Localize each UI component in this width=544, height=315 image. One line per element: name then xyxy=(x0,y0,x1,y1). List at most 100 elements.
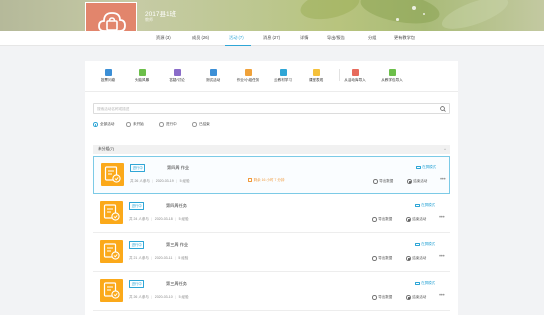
activity-title[interactable]: 第三周 作业 xyxy=(166,242,188,248)
activity-row[interactable]: 进行中 第三周任务 共 26 人参与 | 2020-03-10 | 5 经验 在屏模式 … xyxy=(93,273,450,311)
filter-label: 进行中 xyxy=(166,122,177,126)
activity-date: 2020-03-19 xyxy=(155,179,174,183)
import-library-icon xyxy=(351,69,359,76)
activity-title[interactable]: 第四周 作业 xyxy=(167,165,189,171)
tab-groups[interactable]: 分组 xyxy=(368,35,376,41)
activity-row[interactable]: 进行中 第三周 作业 共 21 人参与 | 2020-03-11 | 5 经验 在屏模式… xyxy=(93,234,450,272)
radio-selected-icon xyxy=(93,122,98,127)
activity-row[interactable]: 进行中 第四周 作业 共 26 人参与 | 2020-03-19 | 5 经验 剩余 1… xyxy=(93,156,450,194)
monitor-icon xyxy=(415,203,420,208)
search-input[interactable] xyxy=(97,105,427,112)
activity-row[interactable]: 进行中 第四周任务 共 24 人参与 | 2020-03-18 | 5 经验 在屏模式 … xyxy=(93,195,450,233)
tab-details[interactable]: 详情 xyxy=(300,35,308,41)
export-icon xyxy=(372,295,377,300)
toolbar-test-button[interactable]: 测试活动 xyxy=(196,69,230,83)
participant-count: 共 26 人参与 xyxy=(129,295,149,299)
homework-task-icon xyxy=(103,282,120,299)
toolbar-vote-button[interactable]: 投票问卷 xyxy=(91,69,125,83)
export-data-label: 导出数据 xyxy=(378,295,393,299)
remaining-time: 剩余 16 小时 7 分钟 xyxy=(248,178,284,183)
tab-messages[interactable]: 消息 (27) xyxy=(263,35,280,41)
search-box xyxy=(93,103,450,114)
monitor-icon xyxy=(416,165,421,170)
export-data-label: 导出数据 xyxy=(378,256,393,260)
stop-icon xyxy=(407,179,412,184)
more-options-icon[interactable]: ••• xyxy=(439,293,445,299)
vote-icon xyxy=(104,69,112,76)
status-badge: 进行中 xyxy=(130,164,146,172)
export-data-button[interactable]: 导出数据 xyxy=(372,256,392,261)
group-header[interactable]: 未分组(7) ^ xyxy=(93,145,450,154)
export-data-button[interactable]: 导出数据 xyxy=(372,217,392,222)
activity-thumbnail xyxy=(100,240,123,263)
projection-mode-label: 在屏模式 xyxy=(421,281,436,285)
activity-thumbnail xyxy=(100,201,123,224)
homework-task-icon xyxy=(103,243,120,260)
toolbar-import-library-button[interactable]: 从活动库导入 xyxy=(338,69,372,83)
toolbar-import-package-button[interactable]: 从教学包导入 xyxy=(375,69,409,83)
performance-icon xyxy=(312,69,320,76)
projection-mode-link[interactable]: 在屏模式 xyxy=(415,281,435,286)
export-data-button[interactable]: 导出数据 xyxy=(373,179,393,184)
activity-score: 5 经验 xyxy=(178,256,189,260)
more-options-icon[interactable]: ••• xyxy=(440,177,446,183)
filter-not-started[interactable]: 未开始 xyxy=(126,122,144,127)
participant-count: 共 21 人参与 xyxy=(129,256,149,260)
activity-score: 5 经验 xyxy=(179,179,190,183)
active-tab-indicator xyxy=(225,44,251,46)
toolbar-divider-line xyxy=(85,91,458,92)
toolbar-discussion-button[interactable]: 答疑/讨论 xyxy=(160,69,194,83)
filter-label: 未开始 xyxy=(133,122,144,126)
status-badge: 进行中 xyxy=(129,202,145,210)
toolbar-brainstorm-button[interactable]: 头脑风暴 xyxy=(125,69,159,83)
more-options-icon[interactable]: ••• xyxy=(439,215,445,221)
more-options-icon[interactable]: ••• xyxy=(439,254,445,260)
tab-activities[interactable]: 活动 (7) xyxy=(229,35,244,41)
activity-thumbnail xyxy=(101,163,124,186)
end-activity-button[interactable]: 结束活动 xyxy=(406,295,426,300)
end-activity-label: 结束活动 xyxy=(412,295,427,299)
filter-in-progress[interactable]: 进行中 xyxy=(159,122,177,127)
toolbar-performance-button[interactable]: 课堂表现 xyxy=(299,69,333,83)
tab-resources[interactable]: 资源 (3) xyxy=(156,35,171,41)
export-data-button[interactable]: 导出数据 xyxy=(372,295,392,300)
discussion-icon xyxy=(173,69,181,76)
toolbar-homework-button[interactable]: 作业/小组任务 xyxy=(231,69,265,83)
tab-teaching-package[interactable]: 更有教学包 xyxy=(394,35,415,41)
end-activity-label: 结束活动 xyxy=(412,217,427,221)
activity-title[interactable]: 第三周任务 xyxy=(166,281,187,287)
export-icon xyxy=(373,179,378,184)
tab-export-report[interactable]: 导出/报告 xyxy=(327,35,345,41)
export-data-label: 导出数据 xyxy=(379,179,394,183)
group-title: 未分组(7) xyxy=(98,147,115,152)
tab-members[interactable]: 成员 (26) xyxy=(192,35,209,41)
activity-thumbnail xyxy=(100,279,123,302)
brainstorm-icon xyxy=(138,69,146,76)
end-activity-button[interactable]: 结束活动 xyxy=(406,256,426,261)
collapse-caret-icon[interactable]: ^ xyxy=(444,147,446,152)
activity-meta: 共 21 人参与 | 2020-03-11 | 5 经验 xyxy=(129,256,189,260)
participant-count: 共 24 人参与 xyxy=(129,217,149,221)
end-activity-button[interactable]: 结束活动 xyxy=(406,217,426,222)
course-tabs: 资源 (3) 成员 (26) 活动 (7) 消息 (27) 详情 导出/报告 分… xyxy=(0,31,544,46)
search-icon[interactable] xyxy=(440,105,446,112)
remaining-time-text: 剩余 16 小时 7 分钟 xyxy=(253,177,285,182)
activity-date: 2020-03-10 xyxy=(154,295,173,299)
radio-icon xyxy=(159,122,164,127)
projection-mode-link[interactable]: 在屏模式 xyxy=(416,165,436,170)
activity-meta: 共 24 人参与 | 2020-03-18 | 5 经验 xyxy=(129,217,189,221)
activity-meta: 共 26 人参与 | 2020-03-10 | 5 经验 xyxy=(129,295,189,299)
filter-ended[interactable]: 已结束 xyxy=(192,122,210,127)
stop-icon xyxy=(406,295,411,300)
activity-title[interactable]: 第四周任务 xyxy=(166,203,187,209)
toolbar-textbook-button[interactable]: 云教材学习 xyxy=(266,69,300,83)
projection-mode-link[interactable]: 在屏模式 xyxy=(415,203,435,208)
filter-all[interactable]: 全部活动 xyxy=(93,122,114,127)
end-activity-button[interactable]: 结束活动 xyxy=(407,179,427,184)
projection-mode-label: 在屏模式 xyxy=(421,242,436,246)
projection-mode-link[interactable]: 在屏模式 xyxy=(415,242,435,247)
textbook-icon xyxy=(279,69,287,76)
end-activity-label: 结束活动 xyxy=(412,256,427,260)
monitor-icon xyxy=(415,281,420,286)
test-icon xyxy=(209,69,217,76)
